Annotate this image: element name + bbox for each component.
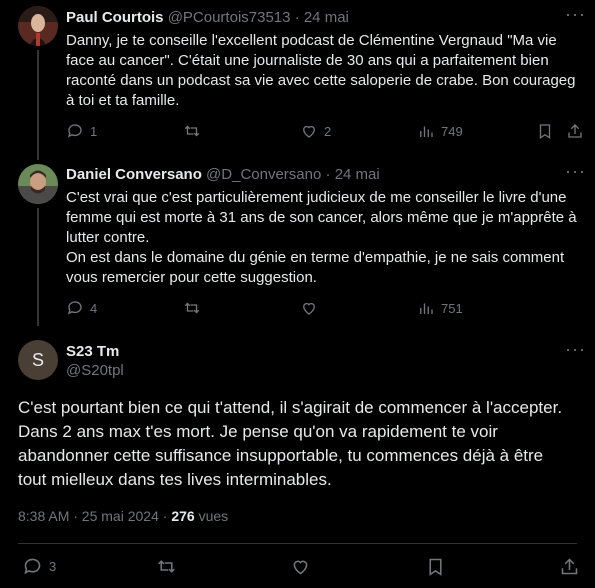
views-label: vues	[198, 508, 229, 524]
text-line: raconté dans un podcast sa vie avec cett…	[66, 72, 576, 89]
text-line: abandonner cette suffisance insupportabl…	[18, 446, 544, 465]
tweet-text: Danny, je te conseille l'excellent podca…	[66, 31, 586, 111]
text-line: à toi et ta famille.	[66, 92, 180, 109]
author-handle[interactable]: @PCourtois73513	[168, 9, 291, 26]
reply-count: 4	[90, 300, 98, 316]
retweet-icon	[158, 560, 175, 573]
author-name[interactable]: S23 Tm	[66, 343, 119, 360]
views-count: 276	[171, 508, 195, 524]
like-count: 2	[324, 123, 332, 139]
tweet-timestamp[interactable]: 8:38 AM · 25 mai 2024 ·	[18, 508, 167, 524]
text-line: tout mielleux dans tes lives interminabl…	[18, 470, 332, 489]
reply-button[interactable]: 1	[66, 122, 97, 140]
action-bar: 4 751	[66, 299, 586, 319]
thread-line	[37, 50, 39, 160]
reply-button[interactable]: 4	[66, 299, 97, 317]
action-bar: 3	[18, 556, 588, 578]
views-count: 751	[441, 300, 463, 316]
retweet-button[interactable]	[156, 556, 177, 577]
avatar-letter: S	[31, 349, 44, 370]
share-icon	[568, 124, 582, 138]
avatar-main[interactable]: S	[18, 340, 58, 380]
text-line: lutter contre.	[66, 229, 150, 246]
retweet-button[interactable]	[183, 122, 201, 140]
bookmark-icon	[539, 124, 551, 140]
reply-icon	[24, 558, 41, 575]
text-line: Danny, je te conseille l'excellent podca…	[66, 32, 557, 49]
share-button[interactable]	[559, 556, 580, 577]
author-handle[interactable]: @S20tpl	[66, 362, 124, 379]
reply-icon	[67, 124, 82, 138]
heart-icon	[293, 560, 308, 575]
bookmark-button[interactable]	[425, 556, 446, 577]
text-line: On est dans le domaine du génie en terme…	[66, 249, 565, 266]
heart-icon	[303, 125, 315, 138]
reply-count: 1	[90, 123, 98, 139]
retweet-button[interactable]	[183, 299, 201, 317]
tweet-text: C'est vrai que c'est particulièrement ju…	[66, 188, 590, 288]
heart-icon	[303, 302, 315, 315]
action-bar: 1 2 749	[66, 122, 586, 142]
author-handle[interactable]: @D_Conversano	[206, 166, 321, 183]
author-name[interactable]: Daniel Conversano	[66, 166, 202, 183]
views-button[interactable]: 749	[417, 122, 463, 140]
text-line: Dans 2 ans max t'es mort. Je pense qu'on…	[18, 422, 498, 441]
text-line: face au cancer". C'était une journaliste…	[66, 52, 549, 69]
retweet-icon	[184, 302, 200, 314]
like-button[interactable]: 2	[300, 122, 331, 140]
tweet-date[interactable]: 24 mai	[304, 9, 349, 26]
text-line: C'est pourtant bien ce qui t'attend, il …	[18, 398, 563, 417]
more-dots-icon[interactable]: ···	[565, 161, 586, 182]
text-line: femme qui est morte à 31 ans de son canc…	[66, 209, 577, 226]
avatar-daniel[interactable]	[18, 164, 58, 204]
like-button[interactable]	[290, 556, 311, 577]
separator: ·	[325, 166, 331, 183]
share-icon	[561, 558, 578, 575]
views-chart-icon	[420, 126, 433, 137]
like-button[interactable]	[300, 299, 318, 317]
views-count: 749	[441, 123, 463, 139]
retweet-icon	[184, 125, 200, 137]
tweet-date[interactable]: 24 mai	[335, 166, 380, 183]
bookmark-button[interactable]	[536, 122, 554, 140]
avatar-paul[interactable]	[18, 6, 58, 46]
separator: ·	[294, 9, 300, 26]
views-button[interactable]: 751	[417, 299, 463, 317]
text-line: vous remercier pour cette suggestion.	[66, 269, 317, 286]
more-dots-icon[interactable]: ···	[565, 4, 586, 25]
tweet-header: Paul Courtois @PCourtois73513 · 24 mai	[66, 9, 349, 26]
bookmark-icon	[429, 558, 442, 576]
views-chart-icon	[420, 303, 433, 314]
tweet-header: Daniel Conversano @D_Conversano · 24 mai	[66, 166, 380, 183]
reply-button[interactable]: 3	[22, 556, 56, 577]
author-name[interactable]: Paul Courtois	[66, 9, 164, 26]
text-line: C'est vrai que c'est particulièrement ju…	[66, 189, 567, 206]
reply-count: 3	[49, 559, 57, 574]
tweet-meta: 8:38 AM · 25 mai 2024 · 276 vues	[18, 508, 228, 524]
thread-line	[37, 208, 39, 326]
tweet-text: C'est pourtant bien ce qui t'attend, il …	[18, 396, 588, 492]
more-dots-icon[interactable]: ···	[565, 339, 586, 360]
divider	[18, 543, 577, 544]
reply-icon	[67, 301, 82, 315]
share-button[interactable]	[566, 122, 584, 140]
